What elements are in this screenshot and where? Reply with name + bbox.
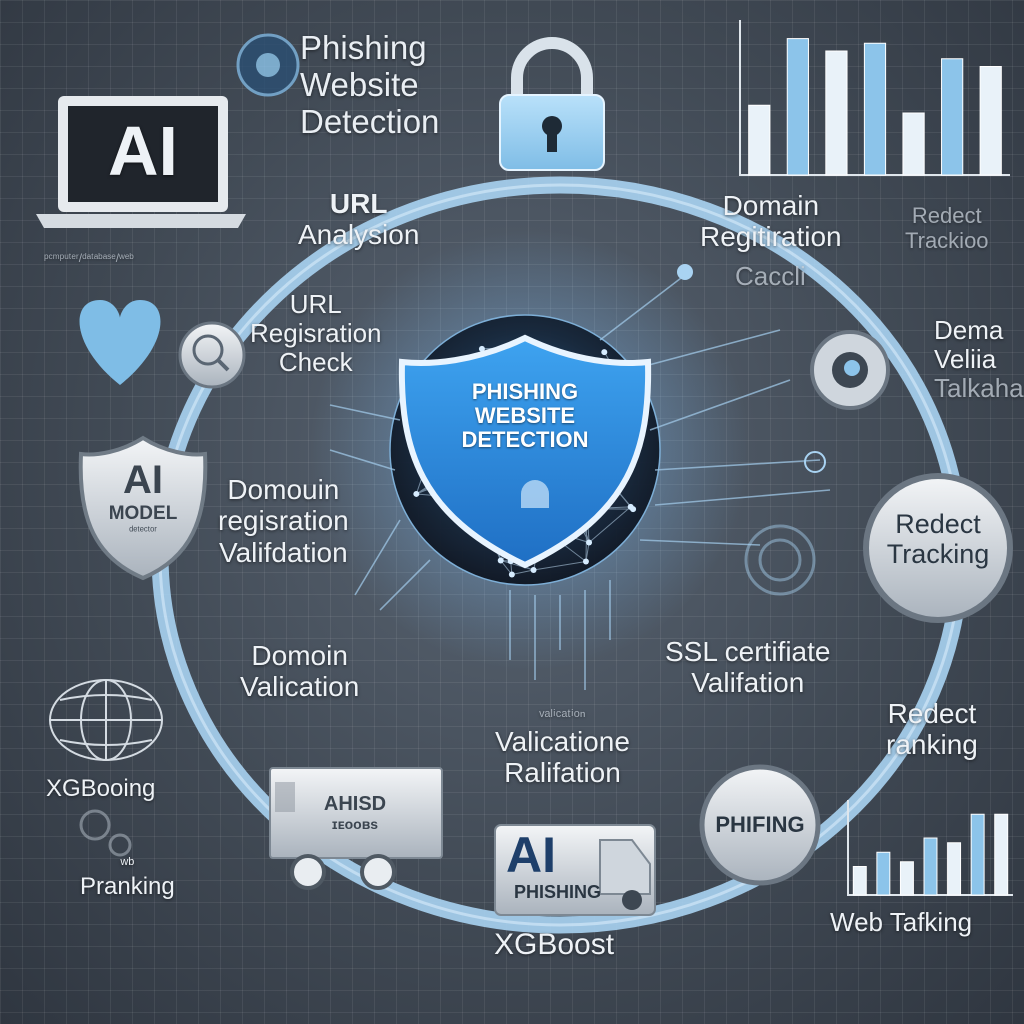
chart-bar xyxy=(876,851,891,896)
label-pranking: ʷᵇ Pranking xyxy=(80,856,175,900)
truck-text: AHISD ɪᴇᴏᴏʙs xyxy=(323,793,387,832)
gears-icon xyxy=(79,809,132,857)
label-domoin-valication: Domoin Valication xyxy=(240,640,360,703)
label-caccli: Caccli xyxy=(735,261,806,291)
network-node xyxy=(586,539,593,546)
bar-chart-top-right xyxy=(739,20,1010,176)
chart-bar xyxy=(899,861,914,896)
label-url-registration: URL Regisration Check xyxy=(250,289,382,378)
chart-bar xyxy=(786,38,809,176)
chart-bar xyxy=(994,813,1009,896)
network-node xyxy=(413,490,420,497)
redect-tracking-button-text[interactable]: Redect Tracking xyxy=(866,509,1010,569)
chart-bar xyxy=(970,813,985,896)
laptop-screen-text: AI xyxy=(108,112,178,190)
label-ssl: SSL certifiate Valifation xyxy=(665,636,831,699)
phifing-button-text[interactable]: PHIFING xyxy=(702,812,818,838)
network-node xyxy=(508,571,515,578)
network-node xyxy=(582,558,589,565)
lock-small-icon xyxy=(521,480,549,508)
title: Phishing Website Detection xyxy=(300,29,440,140)
chart-bar xyxy=(902,112,925,176)
fingerprint-icon xyxy=(744,524,816,596)
ai-phishing-badge-text: AI PHISHING xyxy=(506,827,602,902)
network-node xyxy=(630,506,637,513)
chart-bar xyxy=(941,58,964,176)
magnifier-badge-icon xyxy=(178,321,246,389)
label-xgboost: XGBoost xyxy=(494,928,615,961)
network-node xyxy=(497,557,504,564)
label-xgbooing: XGBooing xyxy=(46,775,156,802)
chart-bar xyxy=(825,50,848,176)
network-node xyxy=(530,567,537,574)
globe-icon xyxy=(49,679,163,761)
label-domain-regitiration: Domain Regitiration xyxy=(700,190,842,253)
label-valicatione: ᵛᵃˡⁱᶜᵃᵗⁱᵒⁿ Valicatione Ralifation xyxy=(495,708,630,789)
chart-bar xyxy=(947,842,962,896)
label-domoin-registration: Domouin regisration Valifdation xyxy=(218,474,349,568)
label-dema: Dema Veliia Talkaha xyxy=(934,315,1024,404)
label-redect-trackioo: Redect Trackioo xyxy=(905,203,989,253)
label-url-analysis: URL Analysion xyxy=(298,188,420,251)
heart-icon xyxy=(79,300,161,385)
chart-bar xyxy=(852,866,867,896)
bar-chart-bottom-right xyxy=(847,800,1013,896)
chart-bar xyxy=(923,837,938,896)
chart-bar xyxy=(979,66,1002,176)
ai-model-badge-text: AI MODEL ᵈᵉᵗᵉᶜᵗᵒʳ xyxy=(108,458,178,537)
gauge-badge-icon xyxy=(810,330,890,410)
chart-bar xyxy=(863,42,887,176)
glowing-orb-icon xyxy=(236,33,300,97)
network-node xyxy=(601,349,608,356)
label-web-tafking: Web Tafking xyxy=(830,907,973,937)
chart-bar xyxy=(748,104,771,176)
padlock-icon xyxy=(499,37,605,171)
label-redect-ranking: Redect ranking xyxy=(886,698,978,761)
laptop-caption: ᵖᶜᵐᵖᵘᵗᵉʳ/ᵈᵃᵗᵃᵇᵃˢᵉ/ʷᵉᵇ xyxy=(44,251,134,265)
shield-text: PHISHING WEBSITE DETECTION xyxy=(461,379,589,453)
